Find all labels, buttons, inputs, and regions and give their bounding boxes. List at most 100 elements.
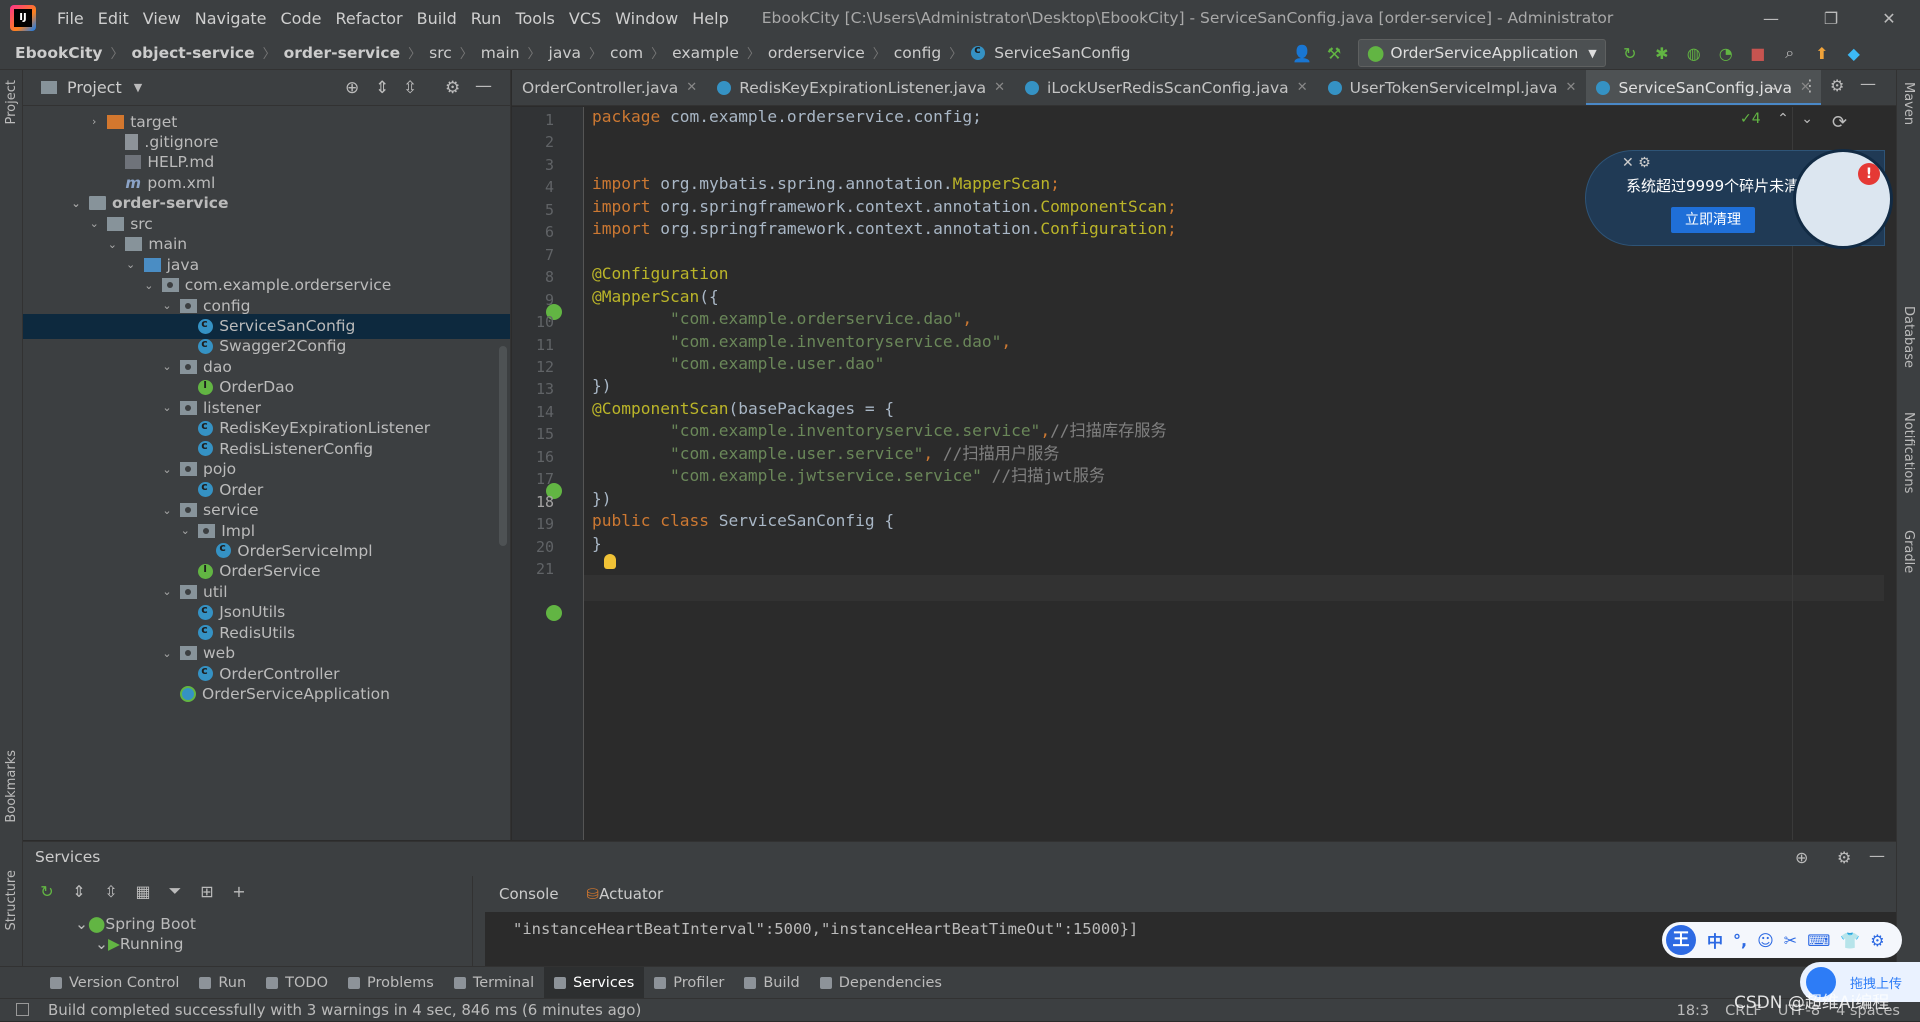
breadcrumb-item[interactable]: config bbox=[891, 44, 944, 62]
chevron-down-icon[interactable]: ▼ bbox=[134, 81, 142, 94]
tool-window-services[interactable]: Services bbox=[544, 966, 645, 999]
locate-icon[interactable]: ⊕ bbox=[345, 78, 359, 98]
hide-icon[interactable]: — bbox=[1869, 846, 1885, 865]
menu-tools[interactable]: Tools bbox=[508, 9, 561, 28]
menu-help[interactable]: Help bbox=[685, 9, 735, 28]
tool-window-terminal[interactable]: Terminal bbox=[444, 967, 544, 999]
spring-config-icon[interactable] bbox=[546, 605, 562, 621]
debug-icon[interactable]: ✱ bbox=[1651, 42, 1673, 64]
chevron-down-icon[interactable]: ⌄ bbox=[87, 217, 101, 230]
expand-all-icon[interactable]: ⇕ bbox=[68, 880, 90, 902]
breadcrumb-item[interactable]: com bbox=[607, 44, 646, 62]
services-tree-item[interactable]: ⌄ ▶ Running bbox=[35, 934, 196, 954]
breadcrumb-item[interactable]: example bbox=[669, 44, 742, 62]
editor-tab[interactable]: RedisKeyExpirationListener.java ✕ bbox=[707, 70, 1015, 105]
hide-panel-icon[interactable]: — bbox=[475, 76, 492, 96]
tool-window-problems[interactable]: Problems bbox=[338, 967, 444, 999]
breadcrumb-item[interactable]: src bbox=[426, 44, 455, 62]
project-tree-scrollbar[interactable] bbox=[499, 346, 507, 546]
chevron-down-icon[interactable]: ⌄ bbox=[160, 299, 174, 312]
services-tree-item[interactable]: ⌄ ⬤ Spring Boot bbox=[35, 914, 196, 934]
close-window-button[interactable]: ✕ bbox=[1866, 0, 1912, 36]
group-icon[interactable]: ▦ bbox=[132, 880, 154, 902]
chevron-down-icon[interactable]: ⌄ bbox=[142, 279, 156, 292]
ime-button[interactable]: ⚙ bbox=[1870, 931, 1884, 950]
ime-button[interactable]: ☺ bbox=[1757, 931, 1774, 950]
run-configuration-select[interactable]: ⬤ OrderServiceApplication ▼ bbox=[1358, 39, 1606, 67]
menu-edit[interactable]: Edit bbox=[91, 9, 136, 28]
project-tool-button[interactable]: Project bbox=[4, 80, 19, 124]
status-message[interactable]: Build completed successfully with 3 warn… bbox=[48, 1001, 641, 1019]
database-tool-button[interactable]: Database bbox=[1901, 306, 1916, 368]
notifications-tool-button[interactable]: Notifications bbox=[1901, 412, 1916, 493]
services-tab-actuator[interactable]: ⛁ Actuator bbox=[573, 876, 678, 912]
ime-button[interactable]: 👕 bbox=[1840, 931, 1860, 950]
chevron-down-icon[interactable]: ⌄ bbox=[160, 504, 174, 517]
chevron-down-icon[interactable]: ⌄ bbox=[75, 915, 88, 933]
add-icon[interactable]: + bbox=[228, 880, 250, 902]
breadcrumb-item[interactable]: EbookCity bbox=[12, 44, 106, 62]
services-tab-console[interactable]: Console bbox=[485, 876, 573, 912]
minimize-button[interactable]: — bbox=[1748, 0, 1794, 36]
stop-icon[interactable]: ■ bbox=[1747, 42, 1769, 64]
ime-button[interactable]: 中 bbox=[1707, 928, 1723, 952]
chevron-down-icon[interactable]: ⌄ bbox=[160, 401, 174, 414]
locate-icon[interactable]: ⊕ bbox=[1795, 848, 1808, 867]
close-tab-icon[interactable]: ✕ bbox=[1566, 80, 1577, 95]
breadcrumb-item[interactable]: java bbox=[546, 44, 584, 62]
layout-icon[interactable] bbox=[16, 1003, 29, 1016]
chevron-down-icon[interactable]: ⌄ bbox=[178, 524, 192, 537]
project-panel-title[interactable]: Project bbox=[67, 78, 122, 97]
breadcrumb-item[interactable]: object-service bbox=[129, 44, 258, 62]
collapse-all-icon[interactable]: ⇳ bbox=[100, 880, 122, 902]
chevron-up-icon[interactable]: ⌃ bbox=[1777, 111, 1789, 127]
restore-button[interactable]: ❐ bbox=[1808, 0, 1854, 36]
tabs-dropdown-icon[interactable]: ⌄ bbox=[1768, 78, 1780, 94]
breadcrumb-item[interactable]: order-service bbox=[281, 44, 403, 62]
more-icon[interactable]: ⋮ bbox=[1802, 76, 1818, 95]
tree-item[interactable]: › target bbox=[23, 109, 510, 134]
chevron-down-icon[interactable]: ⌄ bbox=[160, 647, 174, 660]
editor-tab[interactable]: UserTokenServiceImpl.java ✕ bbox=[1318, 70, 1587, 105]
menu-run[interactable]: Run bbox=[464, 9, 509, 28]
rerun-icon[interactable]: ↻ bbox=[1619, 42, 1641, 64]
chevron-down-icon[interactable]: ⌄ bbox=[69, 197, 83, 210]
close-tab-icon[interactable]: ✕ bbox=[686, 80, 697, 95]
chevron-down-icon[interactable]: ⌄ bbox=[1801, 111, 1813, 127]
breadcrumb-item[interactable]: ServiceSanConfig bbox=[991, 44, 1133, 62]
profile-icon[interactable]: ◔ bbox=[1715, 42, 1737, 64]
collapse-all-icon[interactable]: ⇳ bbox=[403, 78, 417, 98]
gear-icon[interactable]: ⚙ bbox=[445, 78, 460, 98]
structure-tool-button[interactable]: Structure bbox=[4, 870, 19, 930]
ime-button[interactable]: ✂ bbox=[1784, 931, 1797, 950]
editor-tab[interactable]: iLockUserRedisScanConfig.java ✕ bbox=[1015, 70, 1318, 105]
menu-build[interactable]: Build bbox=[410, 9, 464, 28]
bookmarks-tool-button[interactable]: Bookmarks bbox=[4, 750, 19, 823]
menu-refactor[interactable]: Refactor bbox=[328, 9, 409, 28]
popup-close-icon[interactable]: ✕ ⚙ bbox=[1622, 155, 1651, 171]
new-tab-icon[interactable]: ⊞ bbox=[196, 880, 218, 902]
ime-button[interactable]: ⌨ bbox=[1807, 931, 1830, 950]
rerun-icon[interactable]: ↻ bbox=[36, 880, 58, 902]
chevron-down-icon[interactable]: ⌄ bbox=[160, 463, 174, 476]
chevron-down-icon[interactable]: ⌄ bbox=[95, 935, 108, 953]
lightbulb-icon[interactable] bbox=[604, 554, 616, 569]
tool-window-build[interactable]: Build bbox=[734, 967, 809, 999]
tool-window-dependencies[interactable]: Dependencies bbox=[810, 967, 952, 999]
build-hammer-icon[interactable]: ⚒ bbox=[1323, 42, 1345, 64]
editor-tab[interactable]: ServiceSanConfig.java ✕ bbox=[1586, 70, 1821, 105]
hide-icon[interactable]: — bbox=[1860, 74, 1876, 93]
close-tab-icon[interactable]: ✕ bbox=[994, 80, 1005, 95]
chevron-down-icon[interactable]: ⌄ bbox=[160, 585, 174, 598]
tool-window-todo[interactable]: TODO bbox=[256, 967, 338, 999]
jetbrains-toolbox-icon[interactable]: ◆ bbox=[1843, 42, 1865, 64]
editor-tab[interactable]: OrderController.java ✕ bbox=[512, 70, 707, 105]
chevron-down-icon[interactable]: ⌄ bbox=[105, 238, 119, 251]
search-icon[interactable]: ⌕ bbox=[1779, 42, 1801, 64]
ime-logo[interactable]: 王 bbox=[1666, 925, 1696, 955]
tool-window-profiler[interactable]: Profiler bbox=[644, 967, 734, 999]
caret-position[interactable]: 18:3 bbox=[1677, 1003, 1710, 1019]
chevron-down-icon[interactable]: ⌄ bbox=[160, 360, 174, 373]
filter-icon[interactable]: ⏷ bbox=[164, 880, 186, 902]
breadcrumb-item[interactable]: main bbox=[478, 44, 523, 62]
